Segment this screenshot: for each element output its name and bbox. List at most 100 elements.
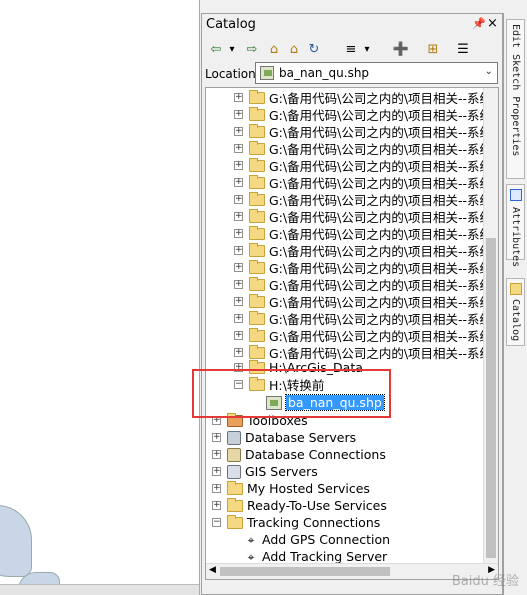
tree-item-label: My Hosted Services	[247, 481, 370, 496]
expand-icon[interactable]: +	[212, 501, 221, 510]
gis-server-icon	[227, 464, 241, 479]
expand-icon[interactable]: +	[212, 433, 221, 442]
close-icon[interactable]: ×	[487, 16, 498, 31]
catalog-icon	[510, 283, 522, 295]
expand-icon[interactable]: +	[234, 229, 243, 238]
folder-icon	[249, 376, 265, 391]
tree-item-folder[interactable]: + G:\备用代码\公司之内的\项目相关--系统	[234, 123, 492, 140]
map-view[interactable]	[0, 0, 200, 595]
scroll-left-icon[interactable]: ◀	[209, 565, 216, 575]
tree-item-folder[interactable]: + G:\备用代码\公司之内的\项目相关--系统	[234, 276, 492, 293]
folder-icon	[249, 359, 265, 374]
expand-icon[interactable]: +	[234, 348, 243, 357]
scrollbar-thumb[interactable]	[486, 238, 496, 558]
expand-icon[interactable]: +	[234, 127, 243, 136]
pin-icon[interactable]: 📌	[472, 17, 486, 30]
up-folder-icon[interactable]: ⌂	[266, 40, 282, 58]
docked-tabs: Edit Sketch Properties Attributes Catalo…	[503, 13, 527, 595]
tree-item-label: Database Servers	[245, 430, 357, 445]
tree-item-label: Database Connections	[245, 447, 386, 462]
expand-icon[interactable]: +	[234, 314, 243, 323]
expand-icon[interactable]: +	[234, 178, 243, 187]
folder-icon	[227, 480, 243, 495]
folder-icon	[249, 89, 265, 104]
tree-item-folder[interactable]: + G:\备用代码\公司之内的\项目相关--系统	[234, 106, 492, 123]
tab-label: Edit Sketch Properties	[510, 24, 521, 157]
back-dropdown-icon[interactable]: ▾	[227, 40, 237, 58]
expand-icon[interactable]: +	[234, 280, 243, 289]
attributes-icon	[510, 189, 522, 201]
vertical-scrollbar[interactable]	[483, 88, 498, 564]
tree-item-folder[interactable]: + G:\备用代码\公司之内的\项目相关--系统	[234, 259, 492, 276]
expand-icon[interactable]: +	[234, 363, 243, 372]
expand-icon[interactable]: +	[212, 416, 221, 425]
chevron-down-icon[interactable]: ⌄	[485, 66, 493, 77]
tree-item-convert-folder[interactable]: − H:\转换前	[234, 376, 324, 393]
options-icon[interactable]: ☰	[454, 40, 472, 58]
collapse-icon[interactable]: −	[212, 518, 221, 527]
tracking-server-icon: ⌖	[247, 549, 255, 564]
expand-icon[interactable]: +	[212, 450, 221, 459]
tree-item-folder[interactable]: + G:\备用代码\公司之内的\项目相关--系统	[234, 89, 492, 106]
view-icon[interactable]: ≡	[342, 40, 360, 58]
tab-edit-sketch-properties[interactable]: Edit Sketch Properties	[506, 19, 525, 179]
tree-item-label: Add Tracking Server	[262, 549, 388, 564]
tree-item-folder[interactable]: + G:\备用代码\公司之内的\项目相关--系统	[234, 140, 492, 157]
expand-icon[interactable]: +	[234, 144, 243, 153]
shapefile-icon	[260, 66, 274, 80]
tree-item-folder[interactable]: + G:\备用代码\公司之内的\项目相关--系统	[234, 174, 492, 191]
gps-connection-icon: ⌖	[247, 532, 255, 547]
tree-item-label: H:\转换前	[269, 378, 325, 393]
tab-catalog[interactable]: Catalog	[506, 278, 525, 346]
expand-icon[interactable]: +	[234, 212, 243, 221]
expand-icon[interactable]: +	[234, 161, 243, 170]
tree-item-database-connections[interactable]: + Database Connections	[212, 446, 386, 463]
connect-folder-icon[interactable]: ➕	[392, 40, 410, 58]
tree-item-shapefile[interactable]: ba_nan_qu.shp	[266, 394, 385, 411]
expand-icon[interactable]: +	[212, 484, 221, 493]
tree-item-database-servers[interactable]: + Database Servers	[212, 429, 356, 446]
home-icon[interactable]: ⌂	[286, 40, 302, 58]
tree-item-ready-to-use-services[interactable]: + Ready-To-Use Services	[212, 497, 387, 514]
tree-item-gis-servers[interactable]: + GIS Servers	[212, 463, 318, 480]
tree-item-folder[interactable]: + G:\备用代码\公司之内的\项目相关--系统	[234, 157, 492, 174]
tree-item-label: Toolboxes	[247, 413, 308, 428]
expand-icon[interactable]: +	[234, 93, 243, 102]
forward-icon[interactable]: ⇨	[244, 40, 260, 58]
tree-item-folder[interactable]: + G:\备用代码\公司之内的\项目相关--系统	[234, 225, 492, 242]
tree-item-tracking-connections[interactable]: − Tracking Connections	[212, 514, 380, 531]
tree-item-folder[interactable]: + G:\备用代码\公司之内的\项目相关--系统	[234, 208, 492, 225]
location-combobox[interactable]: ba_nan_qu.shp ⌄	[255, 62, 498, 84]
tree-item-my-hosted-services[interactable]: + My Hosted Services	[212, 480, 370, 497]
database-server-icon	[227, 430, 241, 445]
tree-toggle-icon[interactable]: ⊞	[424, 40, 442, 58]
expand-icon[interactable]: +	[234, 331, 243, 340]
tree-item-arcgis-data[interactable]: + H:\ArcGis_Data	[234, 359, 363, 376]
tree-item-folder[interactable]: + G:\备用代码\公司之内的\项目相关--系统	[234, 293, 492, 310]
folder-icon	[227, 514, 243, 529]
tree-item-label: Add GPS Connection	[262, 532, 391, 547]
view-dropdown-icon[interactable]: ▾	[362, 40, 372, 58]
location-value: ba_nan_qu.shp	[279, 66, 370, 80]
tree-item-folder[interactable]: + G:\备用代码\公司之内的\项目相关--系统	[234, 242, 492, 259]
tree-item-toolboxes[interactable]: + Toolboxes	[212, 412, 308, 429]
expand-icon[interactable]: +	[234, 195, 243, 204]
expand-icon[interactable]: +	[234, 110, 243, 119]
tree-item-label: Tracking Connections	[247, 515, 381, 530]
expand-icon[interactable]: +	[212, 467, 221, 476]
location-label: Location:	[205, 67, 260, 81]
tree-item-folder[interactable]: + G:\备用代码\公司之内的\项目相关--系统	[234, 327, 492, 344]
expand-icon[interactable]: +	[234, 246, 243, 255]
folder-icon	[249, 327, 265, 342]
tab-attributes[interactable]: Attributes	[506, 184, 525, 267]
tree-item-add-gps-connection[interactable]: ⌖ Add GPS Connection	[244, 531, 390, 548]
tree-item-folder[interactable]: + G:\备用代码\公司之内的\项目相关--系统	[234, 310, 492, 327]
refresh-icon[interactable]: ↻	[306, 40, 322, 58]
collapse-icon[interactable]: −	[234, 380, 243, 389]
back-icon[interactable]: ⇦	[208, 40, 224, 58]
tree-item-folder[interactable]: + G:\备用代码\公司之内的\项目相关--系统	[234, 191, 492, 208]
expand-icon[interactable]: +	[234, 297, 243, 306]
expand-icon[interactable]: +	[234, 263, 243, 272]
scrollbar-thumb[interactable]	[220, 567, 390, 576]
catalog-tree[interactable]: + G:\备用代码\公司之内的\项目相关--系统 + G:\备用代码\公司之内的\项目…	[205, 87, 499, 580]
